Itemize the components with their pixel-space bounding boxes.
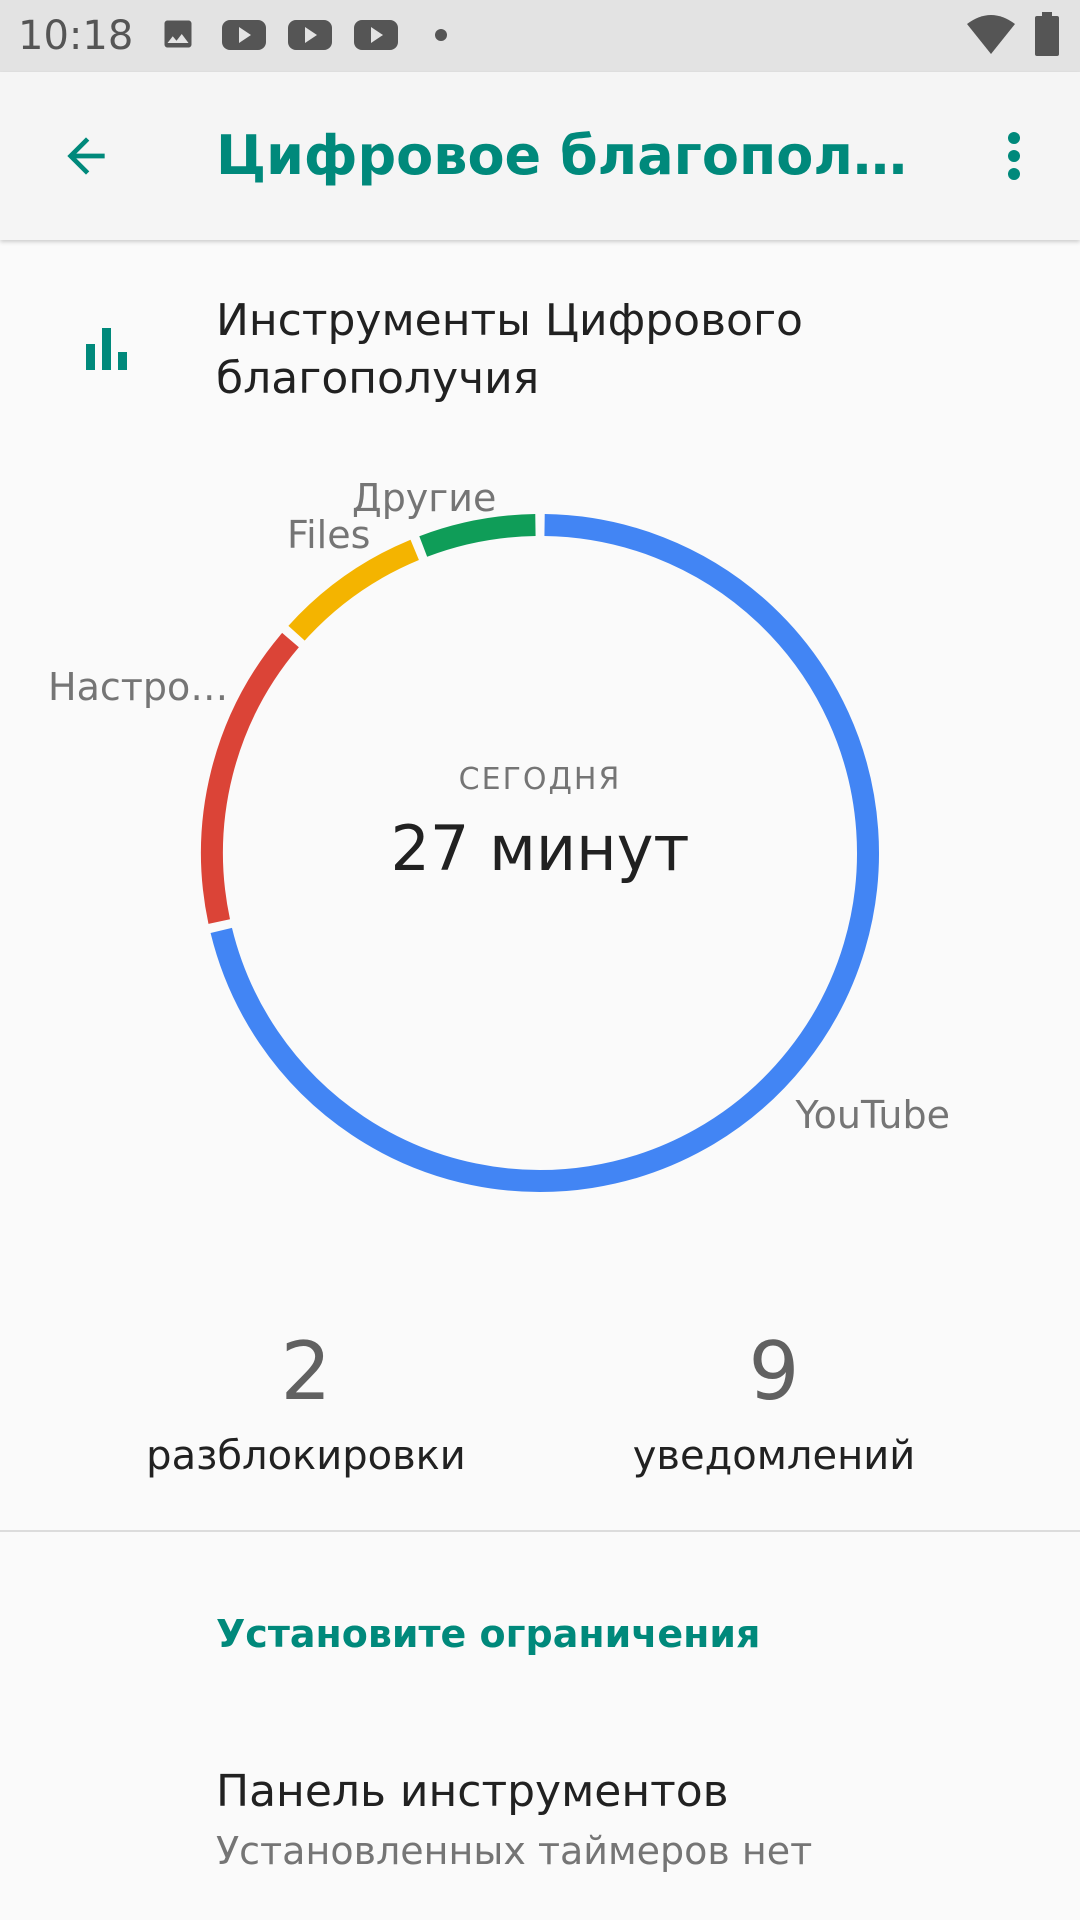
donut-slice-4[interactable] (419, 514, 536, 557)
dashboard-title: Панель инструментов (216, 1766, 729, 1817)
unlocks-label: разблокировки (146, 1433, 466, 1479)
notifications-count: 9 (748, 1325, 800, 1418)
donut-slice-label-2: Настро… (48, 665, 228, 709)
more-options-button[interactable] (984, 114, 1044, 198)
donut-slice-3[interactable] (288, 539, 420, 641)
battery-icon (1035, 12, 1059, 56)
back-button[interactable] (44, 114, 128, 198)
chart-center-label: СЕГОДНЯ (458, 762, 622, 797)
status-bar: 10:18 (0, 0, 1080, 72)
bar-chart-icon (86, 328, 127, 370)
status-time: 10:18 (18, 13, 134, 59)
donut-slice-label-1: YouTube (794, 1093, 950, 1137)
chart-center-value: 27 минут (390, 812, 690, 885)
youtube-icon (288, 20, 332, 50)
dot-icon (435, 29, 447, 41)
youtube-icon (354, 20, 398, 50)
page-title: Цифровое благополучи… (216, 124, 936, 187)
notifications-stat[interactable]: 9 уведомлений (574, 1324, 974, 1484)
tools-title: Инструменты Цифрового благополучия (216, 295, 803, 404)
unlocks-stat[interactable]: 2 разблокировки (106, 1324, 506, 1484)
notifications-label: уведомлений (632, 1433, 916, 1479)
image-icon (164, 20, 192, 48)
section-header-limits: Установите ограничения (216, 1612, 761, 1656)
wifi-icon (967, 15, 1015, 54)
donut-slice-label-4: Другие (352, 476, 496, 520)
app-bar: Цифровое благополучи… (0, 72, 1080, 240)
arrow-back-icon (67, 137, 105, 175)
youtube-icon (222, 20, 266, 50)
unlocks-count: 2 (280, 1325, 332, 1418)
dashboard-summary: Установленных таймеров нет (216, 1829, 813, 1873)
divider (0, 1530, 1080, 1532)
more-vert-icon (1008, 132, 1020, 180)
